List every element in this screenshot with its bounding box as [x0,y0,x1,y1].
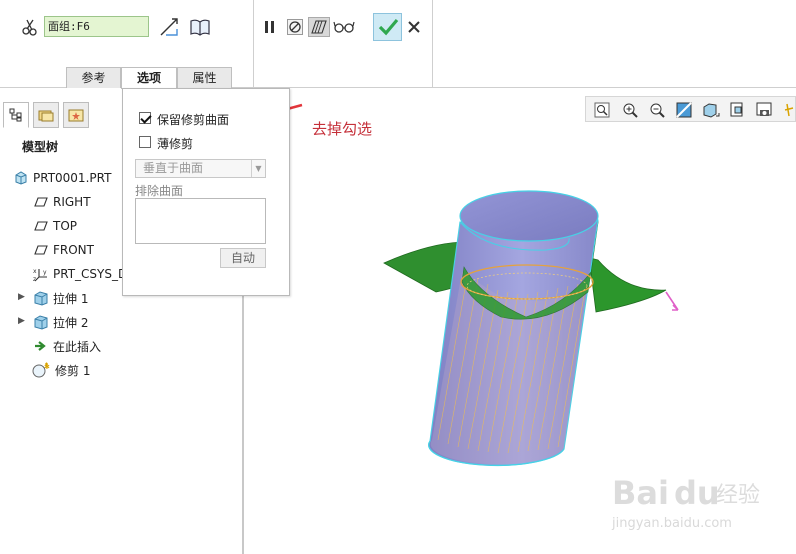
tree-item-label: TOP [53,219,78,233]
zoom-in-icon[interactable] [620,100,640,119]
tree-item-label: 拉伸 1 [53,291,89,306]
checkmark-icon [378,18,398,36]
tree-item-label: PRT0001.PRT [33,171,112,185]
extrude-icon [33,314,49,330]
tab-references[interactable]: 参考 [66,67,121,88]
preview-geometry-icon[interactable] [308,17,330,37]
chevron-down-icon: ▼ [251,160,265,177]
svg-text:经验: 经验 [716,483,760,508]
tree-item-extrude-1[interactable]: 拉伸 1 [33,288,88,308]
datum-plane-icon [33,242,49,258]
direction-select[interactable]: 垂直于曲面 ▼ [135,159,266,178]
datum-display-icon[interactable] [782,100,796,119]
verify-glasses-icon[interactable] [333,17,355,37]
tab-folder-browser[interactable] [33,102,59,128]
baidu-logo: Bai du 经验 [612,474,760,512]
datum-plane-icon [33,194,49,210]
trim-reference-field[interactable]: 面组:F6 [44,16,149,37]
insert-here-icon [33,338,49,354]
pause-icon[interactable] [261,18,279,36]
scissors-icon[interactable] [20,17,40,37]
tree-item-part[interactable]: PRT0001.PRT [13,168,111,188]
csys-icon: xy z [33,266,49,282]
close-icon [408,21,420,33]
view-toolbar [585,96,796,122]
expand-arrow-icon[interactable]: ▶ [18,292,25,302]
dashboard-divider-right [432,0,433,88]
annotation-text: 去掉勾选 [312,120,373,138]
thin-trim-label: 薄修剪 [157,137,194,151]
svg-text:y: y [43,269,47,276]
thin-trim-checkbox[interactable] [139,136,151,148]
model-tree-title: 模型树 [22,140,59,154]
exclude-surfaces-label: 排除曲面 [135,184,184,198]
trim-dashboard: 面组:F6 参考 选项 属性 [0,0,796,89]
tab-model-tree[interactable] [3,102,29,128]
tree-item-front-plane[interactable]: FRONT [33,240,94,260]
svg-text:Bai: Bai [612,474,669,512]
no-preview-icon[interactable] [286,18,304,36]
cancel-button[interactable] [405,18,423,36]
tab-options[interactable]: 选项 [121,67,177,89]
tree-item-csys[interactable]: xy z PRT_CSYS_D [33,264,127,284]
tree-item-label: 在此插入 [53,339,102,354]
dashboard-divider [253,0,254,88]
tree-item-label: 拉伸 2 [53,315,89,330]
tab-favorites[interactable] [63,102,89,128]
expand-arrow-icon[interactable]: ▶ [18,316,25,326]
tree-item-label: 修剪 1 [55,363,91,378]
refit-icon[interactable] [592,100,612,119]
trim-icon: ✱ [31,362,51,378]
keep-trimmed-surface-checkbox[interactable] [139,112,151,124]
repaint-icon[interactable] [674,100,694,119]
view-manager-icon[interactable] [755,100,775,119]
part-icon [13,170,29,186]
svg-text:✱: ✱ [44,363,50,371]
tree-item-extrude-2[interactable]: 拉伸 2 [33,312,88,332]
svg-text:x: x [33,268,37,275]
saved-views-icon[interactable] [728,100,748,119]
auto-button[interactable]: 自动 [220,248,266,268]
tree-item-insert-here[interactable]: 在此插入 [33,336,101,356]
svg-text:z: z [33,276,36,282]
display-style-icon[interactable] [701,100,721,119]
tab-properties[interactable]: 属性 [177,67,232,88]
tree-structure-icon [9,108,22,122]
tree-item-label: FRONT [53,243,94,257]
zoom-out-icon[interactable] [647,100,667,119]
watermark-url: jingyan.baidu.com [612,516,732,531]
direction-arrow-icon [665,291,679,311]
tree-item-label: RIGHT [53,195,91,209]
datum-plane-icon [33,218,49,234]
options-panel: 保留修剪曲面 薄修剪 垂直于曲面 ▼ 排除曲面 自动 [122,88,290,296]
folder-icon [38,110,54,122]
tree-item-right-plane[interactable]: RIGHT [33,192,91,212]
extrude-icon [33,290,49,306]
surface-book-icon[interactable] [188,16,212,38]
tree-item-top-plane[interactable]: TOP [33,216,77,236]
cylinder-top-cap [459,190,599,242]
tree-item-trim-1[interactable]: ✱ 修剪 1 [31,360,90,380]
direction-select-value: 垂直于曲面 [143,161,204,175]
svg-text:du: du [674,474,720,512]
favorites-icon [68,109,84,122]
ok-button[interactable] [373,13,402,41]
flip-direction-icon[interactable] [157,16,181,38]
tree-item-label: PRT_CSYS_D [53,267,128,281]
exclude-surfaces-list[interactable] [135,198,266,244]
keep-trimmed-surface-label: 保留修剪曲面 [157,113,230,127]
